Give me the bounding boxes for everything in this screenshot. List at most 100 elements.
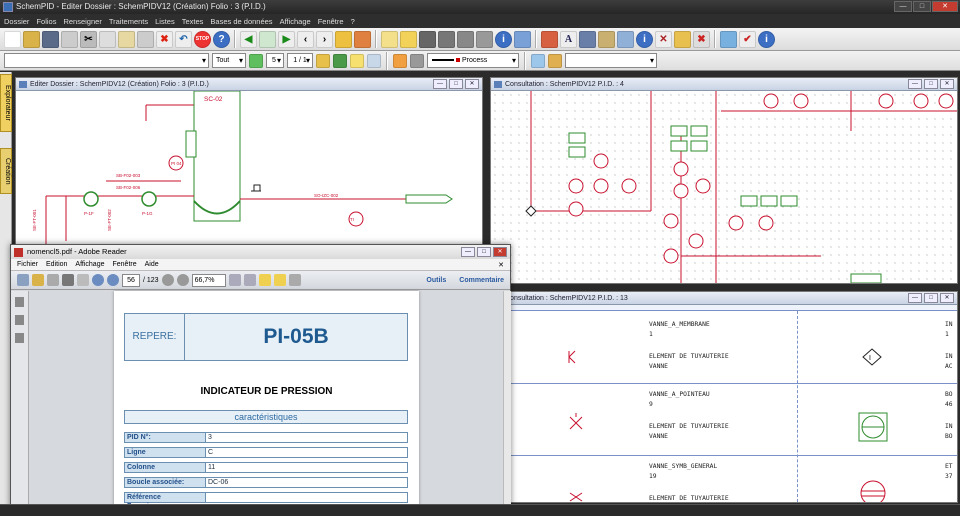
menu-dossier[interactable]: Dossier: [4, 17, 29, 26]
adobe-menu-fichier[interactable]: Fichier: [17, 261, 38, 268]
page-up-icon[interactable]: [92, 274, 104, 286]
erase-icon[interactable]: ✖: [693, 30, 710, 48]
commentaire-tab[interactable]: Commentaire: [459, 277, 504, 284]
grid-icon[interactable]: [249, 53, 263, 68]
symbol-icon[interactable]: [541, 30, 558, 48]
minimize-button[interactable]: —: [908, 293, 922, 303]
block-icon[interactable]: [419, 30, 436, 48]
close-button[interactable]: ✕: [493, 247, 507, 257]
paste-icon[interactable]: [118, 30, 135, 48]
maximize-button[interactable]: □: [449, 79, 463, 89]
open-folder-icon[interactable]: [23, 30, 40, 48]
refresh-icon[interactable]: [548, 53, 562, 68]
tab-explorateur[interactable]: Explorateur: [0, 74, 12, 132]
undo-icon[interactable]: ↶: [175, 30, 192, 48]
number-field[interactable]: 5: [266, 53, 284, 68]
layer-select[interactable]: [4, 53, 209, 68]
prev-icon[interactable]: ‹: [297, 30, 314, 48]
adobe-menu-fenetre[interactable]: Fenêtre: [112, 261, 136, 268]
fit-page-icon[interactable]: [228, 274, 241, 286]
highlight-icon[interactable]: [273, 274, 286, 286]
zoom-select[interactable]: 66,7%: [191, 273, 226, 287]
comment-icon[interactable]: [258, 274, 271, 286]
nomenclature-canvas[interactable]: VANNE_A_MEMBRANE 1 ELEMENT DE TUYAUTERIE…: [491, 305, 957, 502]
adobe-menu-edition[interactable]: Edition: [46, 261, 67, 268]
minimize-button[interactable]: —: [894, 1, 912, 12]
tag-icon[interactable]: [335, 30, 352, 48]
close-button[interactable]: ✕: [932, 1, 958, 12]
menu-fenetre[interactable]: Fenêtre: [318, 17, 344, 26]
menu-help[interactable]: ?: [351, 17, 355, 26]
table-icon[interactable]: [579, 30, 596, 48]
help-icon[interactable]: ?: [213, 30, 230, 48]
print-icon[interactable]: [137, 30, 154, 48]
line-style-select[interactable]: Process: [427, 53, 519, 68]
bulb-icon[interactable]: [350, 53, 364, 68]
maximize-button[interactable]: □: [477, 247, 491, 257]
outils-tab[interactable]: Outils: [426, 277, 446, 284]
page-list-icon[interactable]: [259, 30, 276, 48]
marker-icon[interactable]: [354, 30, 371, 48]
minimize-button[interactable]: —: [461, 247, 475, 257]
next-icon[interactable]: ›: [316, 30, 333, 48]
pages-panel-icon[interactable]: [15, 297, 24, 307]
block4-icon[interactable]: [476, 30, 493, 48]
text-icon[interactable]: A: [560, 30, 577, 48]
view-icon[interactable]: [531, 53, 545, 68]
edit-icon[interactable]: [61, 30, 78, 48]
expand-icon[interactable]: [288, 274, 301, 286]
settings-icon[interactable]: [514, 30, 531, 48]
info-icon[interactable]: i: [495, 30, 512, 48]
copy-icon[interactable]: [99, 30, 116, 48]
fit-width-icon[interactable]: [243, 274, 256, 286]
zoom-out-icon[interactable]: [161, 274, 174, 286]
tools-icon[interactable]: [598, 30, 615, 48]
pid-4-canvas[interactable]: [491, 91, 957, 283]
new-file-icon[interactable]: [4, 30, 21, 48]
page-number-input[interactable]: 56: [122, 273, 140, 287]
menu-traitements[interactable]: Traitements: [109, 17, 148, 26]
close-button[interactable]: ✕: [940, 79, 954, 89]
image-icon[interactable]: [720, 30, 737, 48]
save-icon[interactable]: [42, 30, 59, 48]
folder-star-icon[interactable]: [400, 30, 417, 48]
tab-creation[interactable]: Création: [0, 148, 12, 194]
first-page-icon[interactable]: ◀: [240, 30, 257, 48]
minimize-button[interactable]: —: [908, 79, 922, 89]
zoom-in-icon[interactable]: [176, 274, 189, 286]
select-icon[interactable]: [617, 30, 634, 48]
filter-select[interactable]: Tout: [212, 53, 246, 68]
email-icon[interactable]: [77, 274, 89, 286]
cross-icon[interactable]: ✕: [655, 30, 672, 48]
bookmarks-icon[interactable]: [15, 315, 24, 325]
create-pdf-icon[interactable]: [17, 274, 29, 286]
maximize-button[interactable]: □: [913, 1, 931, 12]
page-down-icon[interactable]: [107, 274, 119, 286]
open-icon[interactable]: [32, 274, 44, 286]
check-icon[interactable]: ✔: [739, 30, 756, 48]
adobe-menu-aide[interactable]: Aide: [145, 261, 159, 268]
next-page-icon[interactable]: ▶: [278, 30, 295, 48]
maximize-button[interactable]: □: [924, 79, 938, 89]
close-button[interactable]: ✕: [465, 79, 479, 89]
zoom-icon[interactable]: [367, 53, 381, 68]
delete-icon[interactable]: ✖: [156, 30, 173, 48]
pen-icon[interactable]: [333, 53, 347, 68]
stop-icon[interactable]: STOP: [194, 30, 211, 48]
adobe-close-doc-icon[interactable]: ✕: [498, 261, 504, 269]
align-icon[interactable]: [316, 53, 330, 68]
block3-icon[interactable]: [457, 30, 474, 48]
close-button[interactable]: ✕: [940, 293, 954, 303]
adobe-menu-affichage[interactable]: Affichage: [75, 261, 104, 268]
menu-listes[interactable]: Listes: [155, 17, 175, 26]
menu-affichage[interactable]: Affichage: [280, 17, 311, 26]
measure-icon[interactable]: [674, 30, 691, 48]
cut-icon[interactable]: ✂: [80, 30, 97, 48]
save-icon[interactable]: [47, 274, 59, 286]
maximize-button[interactable]: □: [924, 293, 938, 303]
menu-bases[interactable]: Bases de données: [210, 17, 272, 26]
note-icon[interactable]: [381, 30, 398, 48]
menu-renseigner[interactable]: Renseigner: [63, 17, 101, 26]
info3-icon[interactable]: i: [758, 30, 775, 48]
brush-icon[interactable]: [410, 53, 424, 68]
